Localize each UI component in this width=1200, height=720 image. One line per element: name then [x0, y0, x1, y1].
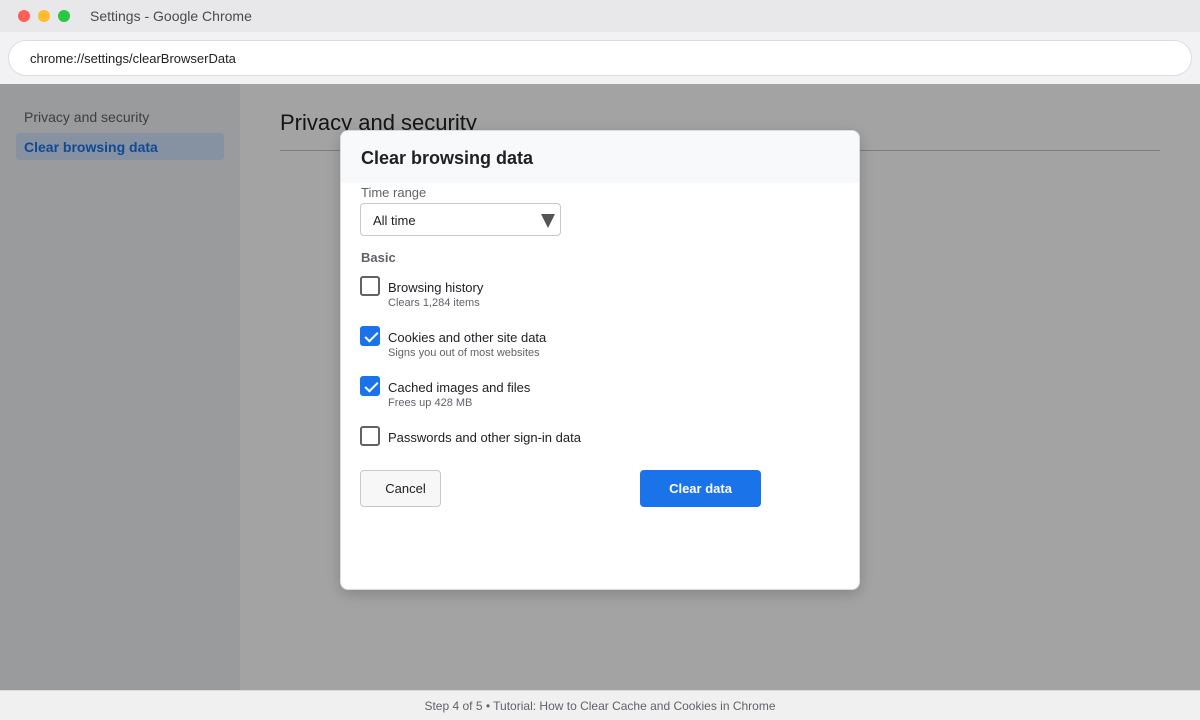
window-title: Settings - Google Chrome [90, 8, 252, 24]
option-label: Browsing history [388, 280, 484, 295]
option-cookies[interactable]: Cookies and other site data Signs you ou… [360, 326, 820, 366]
tutorial-caption: Step 4 of 5 • Tutorial: How to Clear Cac… [0, 690, 1200, 720]
option-description: Signs you out of most websites [388, 347, 540, 359]
browsing-history-checkbox[interactable] [360, 276, 380, 296]
option-description: Frees up 428 MB [388, 397, 473, 409]
option-label: Cached images and files [388, 380, 531, 395]
url-text[interactable]: chrome://settings/clearBrowserData [30, 51, 236, 66]
cached-images-checkbox[interactable] [360, 376, 380, 396]
clear-data-button[interactable]: Clear data [640, 470, 761, 507]
cancel-button[interactable]: Cancel [360, 470, 441, 507]
close-window-icon[interactable] [18, 10, 30, 22]
caret-down-icon [541, 214, 555, 228]
option-label: Passwords and other sign-in data [388, 430, 581, 445]
clear-browsing-data-dialog: Clear browsing data Time range All time … [340, 130, 860, 590]
maximize-window-icon[interactable] [58, 10, 70, 22]
time-range-value: All time [373, 213, 416, 228]
address-bar[interactable]: chrome://settings/clearBrowserData [8, 40, 1192, 76]
option-cached-images[interactable]: Cached images and files Frees up 428 MB [360, 376, 820, 416]
passwords-checkbox[interactable] [360, 426, 380, 446]
cookies-checkbox[interactable] [360, 326, 380, 346]
dialog-title: Clear browsing data [361, 148, 534, 168]
option-description: Clears 1,284 items [388, 297, 480, 309]
option-browsing-history[interactable]: Browsing history Clears 1,284 items [360, 276, 820, 316]
option-label: Cookies and other site data [388, 330, 547, 345]
option-passwords[interactable]: Passwords and other sign-in data [360, 426, 820, 466]
dialog-header: Clear browsing data [341, 131, 859, 183]
check-icon [364, 378, 379, 393]
time-range-select[interactable]: All time [360, 203, 561, 236]
check-icon [364, 328, 379, 343]
minimize-window-icon[interactable] [38, 10, 50, 22]
section-label-basic: Basic [361, 250, 396, 265]
time-range-label: Time range [361, 185, 427, 200]
browser-toolbar: chrome://settings/clearBrowserData [0, 32, 1200, 84]
title-bar: Settings - Google Chrome [0, 0, 1200, 32]
